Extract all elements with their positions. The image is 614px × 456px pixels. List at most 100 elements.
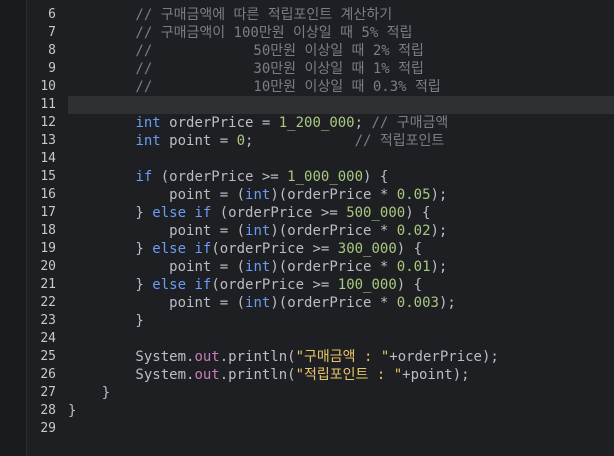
code-line[interactable]: 8 // 50만원 이상일 때 2% 적립 <box>0 42 614 60</box>
code-line[interactable]: 6 // 구매금액에 따른 적립포인트 계산하기 <box>0 6 614 24</box>
code-text[interactable]: // 구매금액에 따른 적립포인트 계산하기 <box>68 6 392 24</box>
code-text[interactable]: System.out.println("적립포인트 : "+point); <box>68 366 469 384</box>
code-line[interactable]: 11 <box>0 96 614 114</box>
code-token: ) { <box>396 241 423 257</box>
code-line[interactable]: 14 <box>0 150 614 168</box>
code-line[interactable]: 27 } <box>0 384 614 402</box>
code-line[interactable]: 26 System.out.println("적립포인트 : "+point); <box>0 366 614 384</box>
code-token: ( <box>211 277 220 293</box>
code-text[interactable]: // 30만원 이상일 때 1% 적립 <box>68 60 424 78</box>
code-line[interactable]: 20 point = (int)(orderPrice * 0.01); <box>0 258 614 276</box>
code-token: out <box>194 349 220 365</box>
code-text[interactable]: int orderPrice = 1_200_000; // 구매금액 <box>68 114 448 132</box>
code-line[interactable]: 28} <box>0 402 614 420</box>
code-token: 0 <box>236 133 246 149</box>
code-token: System. <box>68 367 195 383</box>
code-text[interactable]: int point = 0; // 적립포인트 <box>68 132 444 150</box>
code-token: orderPrice <box>287 259 372 275</box>
code-text[interactable]: point = (int)(orderPrice * 0.05); <box>68 186 447 204</box>
code-line[interactable]: 25 System.out.println("구매금액 : "+orderPri… <box>0 348 614 366</box>
line-number: 21 <box>40 277 56 292</box>
code-token: * <box>371 259 397 275</box>
code-token: ( <box>211 205 229 221</box>
line-number: 19 <box>40 241 56 256</box>
code-line[interactable]: 10 // 10만원 이상일 때 0.3% 적립 <box>0 78 614 96</box>
code-token: orderPrice <box>219 241 305 257</box>
code-token: // 구매금액에 따른 적립포인트 계산하기 <box>68 7 393 23</box>
code-text[interactable]: } else if (orderPrice >= 500_000) { <box>68 204 430 222</box>
code-text[interactable]: System.out.println("구매금액 : "+orderPrice)… <box>68 348 499 366</box>
code-line[interactable]: 16 point = (int)(orderPrice * 0.05); <box>0 186 614 204</box>
code-token: // 50만원 이상일 때 2% 적립 <box>68 43 424 59</box>
code-text[interactable]: } <box>68 402 76 420</box>
code-token: >= <box>253 169 288 185</box>
code-token: * <box>371 187 397 203</box>
code-text[interactable]: } else if(orderPrice >= 100_000) { <box>68 276 422 294</box>
code-editor[interactable]: 56 // 구매금액에 따른 적립포인트 계산하기7 // 구매금액이 100만… <box>0 0 614 456</box>
code-token: ); <box>482 349 499 365</box>
code-token: else if <box>152 205 212 221</box>
code-line[interactable]: 17 } else if (orderPrice >= 500_000) { <box>0 204 614 222</box>
code-token: // 구매금액이 100만원 이상일 때 5% 적립 <box>68 25 413 41</box>
code-line[interactable]: 21 } else if(orderPrice >= 100_000) { <box>0 276 614 294</box>
code-line[interactable]: 23 } <box>0 312 614 330</box>
line-number: 8 <box>48 43 56 58</box>
code-token: orderPrice = <box>160 115 279 131</box>
code-line[interactable]: 7 // 구매금액이 100만원 이상일 때 5% 적립 <box>0 24 614 42</box>
code-token: int <box>135 115 161 131</box>
code-line[interactable]: 9 // 30만원 이상일 때 1% 적립 <box>0 60 614 78</box>
code-line[interactable]: 22 point = (int)(orderPrice * 0.003); <box>0 294 614 312</box>
code-token: } <box>68 241 153 257</box>
code-text[interactable]: point = (int)(orderPrice * 0.02); <box>68 222 447 240</box>
code-text[interactable]: } else if(orderPrice >= 300_000) { <box>68 240 422 258</box>
code-text[interactable]: if (orderPrice >= 1_000_000) { <box>68 168 388 186</box>
code-token: = ( <box>211 187 246 203</box>
code-text[interactable]: // 50만원 이상일 때 2% 적립 <box>68 42 424 60</box>
code-line[interactable]: 29 <box>0 420 614 438</box>
code-token: orderPrice <box>219 277 305 293</box>
code-text[interactable]: // 10만원 이상일 때 0.3% 적립 <box>68 78 441 96</box>
code-line[interactable]: 18 point = (int)(orderPrice * 0.02); <box>0 222 614 240</box>
code-token: } <box>68 403 77 419</box>
code-text[interactable]: // 구매금액이 100만원 이상일 때 5% 적립 <box>68 24 412 42</box>
code-token: } <box>68 277 153 293</box>
code-text[interactable]: point = (int)(orderPrice * 0.01); <box>68 258 447 276</box>
code-token: ( <box>211 241 220 257</box>
code-token: .println( <box>219 349 296 365</box>
code-token: )( <box>270 259 288 275</box>
code-token: 300_000 <box>337 241 397 257</box>
code-token: ); <box>430 259 448 275</box>
code-line[interactable]: 12 int orderPrice = 1_200_000; // 구매금액 <box>0 114 614 132</box>
code-token: // 적립포인트 <box>354 133 445 149</box>
line-number: 27 <box>40 385 56 400</box>
code-token: 0.003 <box>396 295 439 311</box>
code-token: // 30만원 이상일 때 1% 적립 <box>68 61 424 77</box>
code-token: else if <box>152 277 212 293</box>
code-token: ; <box>354 115 372 131</box>
code-token: point <box>169 187 212 203</box>
code-token: 500_000 <box>346 205 406 221</box>
code-token: "구매금액 : " <box>295 349 390 365</box>
line-number: 29 <box>40 421 56 436</box>
code-line[interactable]: 15 if (orderPrice >= 1_000_000) { <box>0 168 614 186</box>
code-line[interactable]: 24 <box>0 330 614 348</box>
code-token: // 10만원 이상일 때 0.3% 적립 <box>68 79 441 95</box>
code-area[interactable]: 56 // 구매금액에 따른 적립포인트 계산하기7 // 구매금액이 100만… <box>0 0 614 438</box>
line-number: 15 <box>40 169 56 184</box>
code-token: orderPrice <box>287 223 372 239</box>
line-number: 10 <box>40 79 56 94</box>
code-text[interactable]: } <box>68 384 110 402</box>
line-number: 20 <box>40 259 56 274</box>
code-token: * <box>371 295 397 311</box>
code-token: * <box>371 223 397 239</box>
code-token: 0.02 <box>396 223 431 239</box>
code-line[interactable]: 19 } else if(orderPrice >= 300_000) { <box>0 240 614 258</box>
code-token: ) { <box>396 277 423 293</box>
code-line[interactable]: 13 int point = 0; // 적립포인트 <box>0 132 614 150</box>
code-text[interactable]: point = (int)(orderPrice * 0.003); <box>68 294 456 312</box>
code-text[interactable]: } <box>68 312 143 330</box>
code-token: 1_200_000 <box>278 115 355 131</box>
